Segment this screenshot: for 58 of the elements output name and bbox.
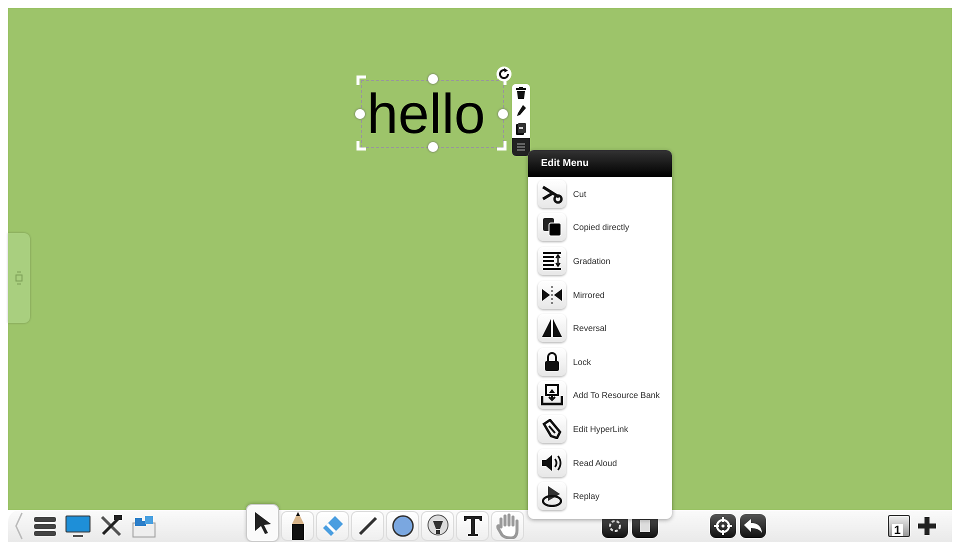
undo-icon bbox=[743, 518, 763, 534]
resize-handle[interactable] bbox=[498, 109, 508, 119]
menu-item[interactable]: Mirrored bbox=[528, 278, 672, 312]
tool-button[interactable] bbox=[740, 514, 766, 538]
circle-icon bbox=[392, 515, 414, 537]
monitor-icon bbox=[64, 515, 90, 537]
speaker-icon bbox=[541, 454, 563, 472]
tray-image-icon bbox=[541, 384, 563, 406]
copy-icon bbox=[542, 217, 562, 238]
link-pen-icon bbox=[541, 418, 563, 439]
copy-icon bbox=[516, 123, 526, 135]
menu-title: Edit Menu bbox=[528, 150, 672, 177]
plus-icon[interactable] bbox=[916, 515, 938, 537]
lock-icon bbox=[544, 352, 560, 372]
rotate-icon[interactable] bbox=[496, 66, 512, 82]
menu-item[interactable]: Cut bbox=[528, 177, 672, 211]
text-tool-icon bbox=[462, 515, 482, 537]
menu-icon bbox=[32, 516, 56, 536]
tool-button[interactable] bbox=[351, 511, 384, 541]
tool-button[interactable] bbox=[246, 504, 279, 542]
menu-item[interactable]: Edit HyperLink bbox=[528, 412, 672, 446]
corner-handle-icon[interactable] bbox=[356, 139, 368, 151]
flip-icon bbox=[541, 318, 563, 338]
layers-icon bbox=[542, 250, 562, 271]
crosshair-icon bbox=[714, 517, 732, 535]
tool-button[interactable] bbox=[456, 511, 489, 541]
canvas-text[interactable]: hello bbox=[367, 88, 486, 140]
grip-icon bbox=[15, 271, 23, 285]
replay-icon bbox=[541, 485, 563, 508]
hand-icon bbox=[496, 513, 520, 539]
resize-handle[interactable] bbox=[355, 109, 365, 119]
mirror-icon bbox=[541, 284, 563, 305]
resize-handle[interactable] bbox=[428, 74, 438, 84]
page-number-button[interactable]: 1 bbox=[888, 515, 910, 537]
menu-item[interactable]: Lock bbox=[528, 344, 672, 379]
scissors-icon bbox=[541, 184, 563, 204]
page-icon bbox=[638, 519, 652, 533]
resize-handle[interactable] bbox=[428, 142, 438, 152]
pencil-icon bbox=[290, 512, 304, 540]
menu-item[interactable]: Reversal bbox=[528, 311, 672, 345]
corner-handle-icon[interactable] bbox=[356, 75, 368, 87]
menu-item[interactable]: Gradation bbox=[528, 244, 672, 278]
menu-item[interactable]: Add To Resource Bank bbox=[528, 378, 672, 412]
menu-item[interactable]: Copied directly bbox=[528, 210, 672, 244]
eraser-icon bbox=[320, 514, 344, 538]
line-icon bbox=[358, 516, 378, 536]
tool-button[interactable] bbox=[281, 511, 314, 541]
menu-icon bbox=[516, 142, 526, 152]
side-panel-handle[interactable] bbox=[8, 233, 30, 323]
corner-handle-icon[interactable] bbox=[495, 139, 507, 151]
tool-button[interactable] bbox=[710, 514, 736, 538]
menu-item[interactable]: Replay bbox=[528, 479, 672, 513]
tool-button[interactable] bbox=[386, 511, 419, 541]
trash-icon bbox=[516, 87, 526, 99]
menu-item[interactable]: Read Aloud bbox=[528, 446, 672, 480]
tool-button[interactable] bbox=[421, 511, 454, 541]
cursor-icon bbox=[254, 511, 272, 535]
pencil-icon bbox=[516, 105, 526, 117]
